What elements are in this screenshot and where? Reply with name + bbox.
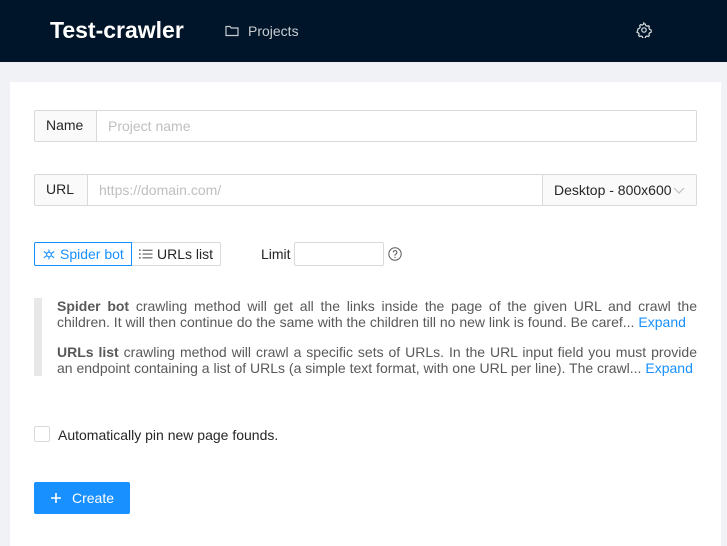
method-spider-bot-label: Spider bot — [60, 246, 124, 262]
expand-spider-bot-link[interactable]: Expand — [638, 314, 685, 330]
url-label: URL — [34, 174, 87, 206]
url-field-group: URL Desktop - 800x600 — [34, 174, 697, 206]
limit-input[interactable] — [294, 242, 384, 266]
create-button-label: Create — [71, 490, 115, 506]
method-spider-bot[interactable]: Spider bot — [34, 242, 132, 266]
nav-projects-label: Projects — [248, 23, 299, 39]
urls-list-term: URLs list — [57, 344, 119, 360]
crawl-method-radio-group: Spider bot URLs list — [34, 242, 221, 266]
nav-projects-link[interactable]: Projects — [225, 21, 299, 41]
spider-bot-description: Spider bot crawling method will get all … — [57, 298, 697, 330]
method-urls-list-label: URLs list — [157, 246, 214, 262]
autopin-label[interactable]: Automatically pin new page founds. — [58, 427, 278, 443]
method-urls-list[interactable]: URLs list — [131, 242, 221, 266]
plus-icon — [50, 493, 61, 503]
question-circle-icon[interactable] — [388, 247, 402, 261]
app-title[interactable]: Test-crawler — [50, 16, 184, 44]
limit-label: Limit — [261, 246, 291, 262]
spider-icon — [43, 249, 55, 260]
project-name-input[interactable] — [96, 110, 697, 142]
urls-list-description: URLs list crawling method will crawl a s… — [57, 344, 697, 376]
url-input[interactable] — [87, 174, 543, 206]
viewport-select-value: Desktop - 800x600 — [554, 182, 672, 198]
crawl-method-descriptions: Spider bot crawling method will get all … — [34, 298, 697, 376]
autopin-checkbox[interactable] — [34, 426, 50, 442]
name-field-group: Name — [34, 110, 697, 142]
spider-bot-term: Spider bot — [57, 298, 130, 314]
chevron-down-icon — [673, 187, 685, 194]
viewport-select[interactable]: Desktop - 800x600 — [543, 174, 697, 206]
list-icon — [139, 249, 153, 259]
spider-bot-description-text: crawling method will get all the links i… — [57, 298, 697, 330]
top-header: Test-crawler Projects — [0, 0, 727, 62]
gear-icon[interactable] — [636, 22, 652, 38]
name-label: Name — [34, 110, 96, 142]
folder-icon — [225, 25, 239, 37]
urls-list-description-text: crawling method will crawl a specific se… — [57, 344, 697, 376]
create-button[interactable]: Create — [34, 482, 130, 514]
expand-urls-list-link[interactable]: Expand — [645, 360, 692, 376]
